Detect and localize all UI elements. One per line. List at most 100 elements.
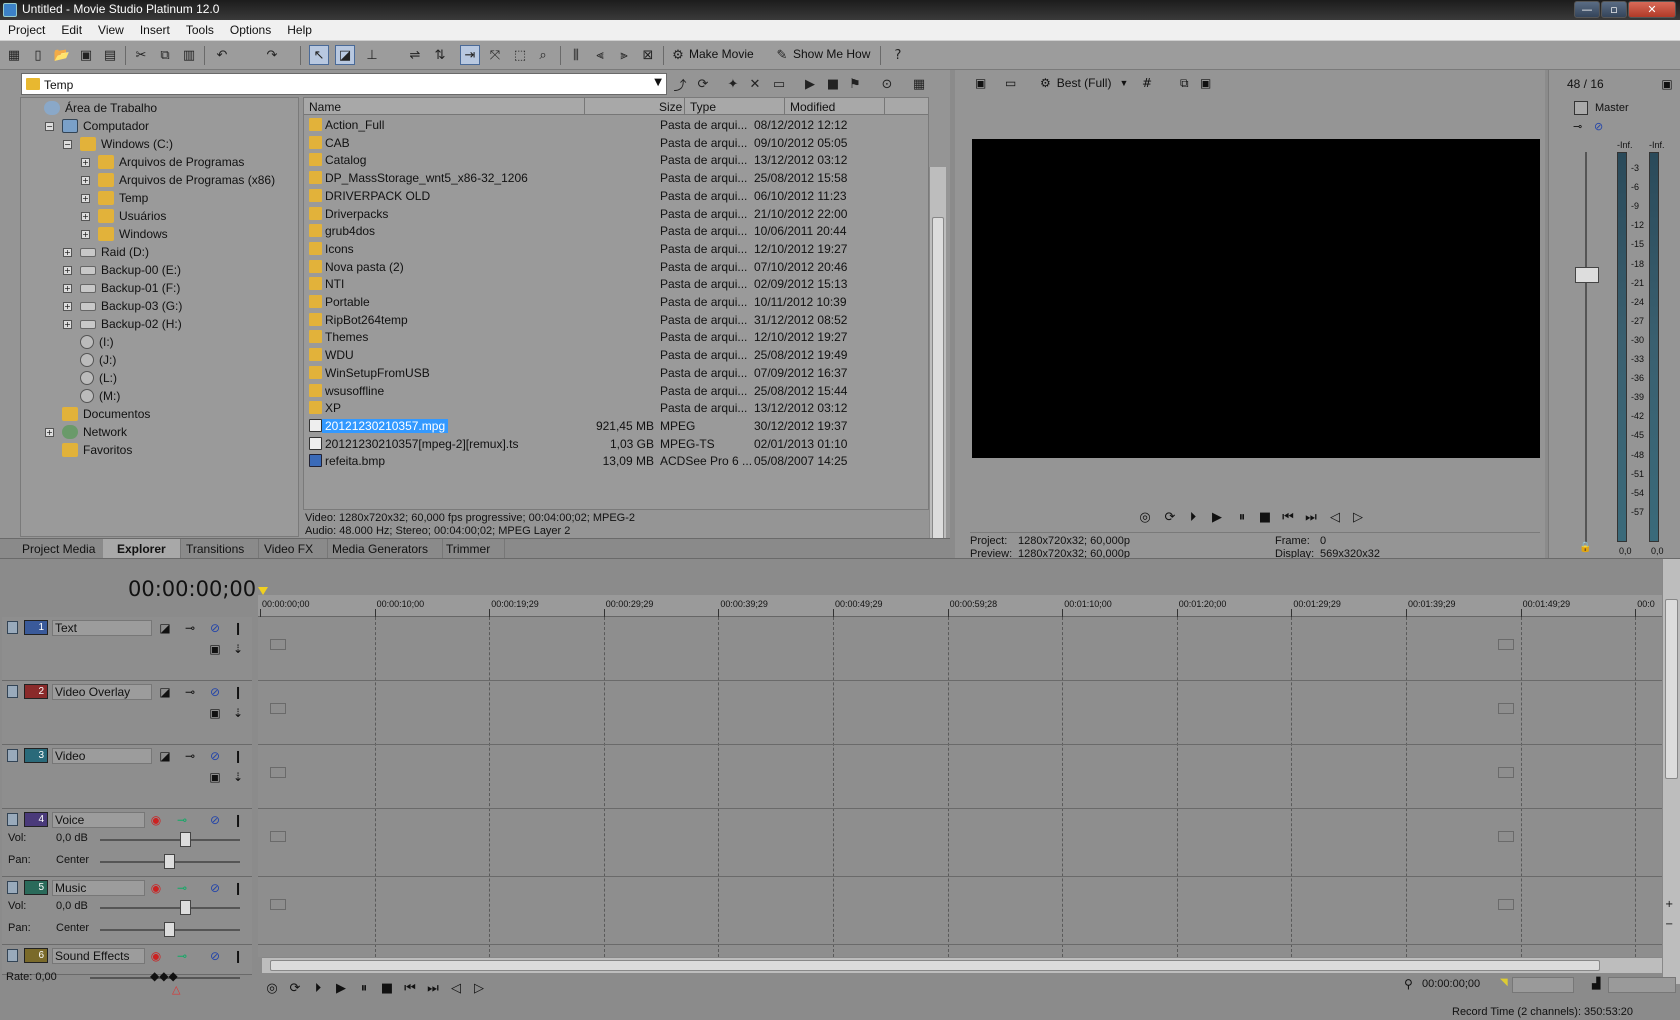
timeline-vertical-scrollbar[interactable]: + − [1662, 559, 1680, 984]
menu-tools[interactable]: Tools [178, 23, 222, 37]
views-icon[interactable]: ▦ [909, 74, 929, 94]
redo-icon[interactable]: ↷ [262, 45, 282, 65]
solo-icon[interactable]: ❙ [230, 620, 246, 636]
maximize-button[interactable]: ▫ [1601, 1, 1627, 18]
volume-slider[interactable] [100, 907, 240, 909]
track-motion-icon[interactable]: ▣ [207, 705, 223, 721]
menu-project[interactable]: Project [0, 23, 53, 37]
loop-length-field[interactable] [1608, 977, 1676, 993]
cursor-marker-icon[interactable] [258, 587, 268, 595]
file-row[interactable]: refeita.bmp 13,09 MB ACDSee Pro 6 ... 05/08… [304, 452, 914, 471]
tab-trimmer[interactable]: Trimmer [432, 539, 506, 559]
record-icon[interactable]: ◎ [262, 978, 282, 998]
master-fader-knob[interactable] [1575, 267, 1599, 283]
file-row[interactable]: Themes Pasta de arqui... 12/10/2012 19:27 [304, 328, 914, 347]
menu-options[interactable]: Options [222, 23, 279, 37]
tree-item[interactable]: Área de Trabalho [27, 99, 157, 117]
project-properties-icon[interactable]: ▦ [4, 45, 24, 65]
timeline-horizontal-scrollbar[interactable] [262, 957, 1662, 973]
envelope-tool-icon[interactable]: ◪ [335, 45, 355, 65]
pan-knob[interactable] [164, 922, 175, 937]
parent-child-icon[interactable]: ⇣ [230, 705, 246, 721]
file-row[interactable]: 20121230210357.mpg 921,45 MB MPEG 30/12/201… [304, 417, 914, 436]
tree-item[interactable]: Documentos [45, 405, 150, 423]
parent-child-icon[interactable]: ⇣ [230, 641, 246, 657]
render-icon[interactable]: ▤ [100, 45, 120, 65]
new-folder-icon[interactable]: ✦ [723, 74, 743, 94]
enable-snapping-icon[interactable]: ⇥ [460, 45, 480, 65]
file-row[interactable]: wsusoffline Pasta de arqui... 25/08/2012 1… [304, 382, 914, 401]
file-row[interactable]: Action_Full Pasta de arqui... 08/12/2012 1… [304, 116, 914, 135]
tab-video-fx[interactable]: Video FX [250, 539, 329, 559]
stop-preview-icon[interactable]: ■ [823, 74, 843, 94]
save-snapshot-icon[interactable]: ▣ [1200, 73, 1211, 93]
preview-quality-dropdown[interactable]: ⚙ Best (Full) ▼ [1040, 73, 1128, 93]
mixer-properties-icon[interactable]: ▣ [1657, 74, 1677, 94]
next-frame-icon[interactable]: ▷ [469, 978, 489, 998]
tree-item[interactable]: (M:) [63, 387, 120, 405]
snap-icon[interactable]: ⊥ [362, 45, 382, 65]
scrollbar-thumb[interactable] [1665, 599, 1678, 779]
chevron-down-icon[interactable]: ▼ [654, 77, 662, 88]
mute-icon[interactable]: ⊘ [207, 948, 223, 964]
address-bar[interactable]: Temp ▼ [21, 73, 667, 95]
tree-item[interactable]: + Temp [81, 189, 148, 207]
track-fx-icon[interactable]: ⊸ [182, 620, 198, 636]
make-movie-icon[interactable]: ⚙ [668, 45, 688, 65]
solo-icon[interactable]: ❙ [230, 812, 246, 828]
loop-icon[interactable]: ⟳ [285, 978, 305, 998]
menu-insert[interactable]: Insert [132, 23, 178, 37]
file-row[interactable]: DP_MassStorage_wnt5_x86-32_1206 Pasta de … [304, 169, 914, 188]
menu-help[interactable]: Help [279, 23, 320, 37]
tree-item[interactable]: − Windows (C:) [63, 135, 173, 153]
copy-snapshot-icon[interactable]: ⧉ [1180, 73, 1189, 93]
expand-icon[interactable]: + [81, 175, 90, 185]
lock-icon[interactable]: 🔒 [1579, 542, 1591, 553]
tree-item[interactable]: (I:) [63, 333, 114, 351]
volume-knob[interactable] [180, 900, 191, 915]
zoom-in-icon[interactable]: + [1665, 899, 1673, 910]
tree-item[interactable]: + Backup-01 (F:) [63, 279, 180, 297]
previous-frame-icon[interactable]: ◁ [1325, 507, 1345, 527]
overlays-icon[interactable]: # [1142, 73, 1152, 93]
expand-icon[interactable]: + [81, 157, 90, 167]
track-minimize-icon[interactable] [7, 685, 18, 698]
file-row[interactable]: DRIVERPACK OLD Pasta de arqui... 06/10/201… [304, 187, 914, 206]
track-motion-icon[interactable]: ▣ [207, 641, 223, 657]
play-from-start-icon[interactable]: ⏵ [1183, 507, 1203, 527]
file-row[interactable]: Icons Pasta de arqui... 12/10/2012 19:27 [304, 240, 914, 259]
file-row[interactable]: RipBot264temp Pasta de arqui... 31/12/2012… [304, 311, 914, 330]
track-fx-icon[interactable]: ⊸ [182, 684, 198, 700]
mute-icon[interactable]: ⊘ [1594, 120, 1603, 133]
track-area[interactable] [258, 617, 1663, 957]
column-size[interactable]: Size [659, 100, 682, 114]
column-type[interactable]: Type [690, 100, 716, 114]
auto-ripple-icon[interactable]: ⇌ [405, 45, 425, 65]
tree-item[interactable]: + Usuários [81, 207, 166, 225]
zoom-out-icon[interactable]: − [1665, 919, 1673, 930]
volume-slider[interactable] [100, 839, 240, 841]
pause-icon[interactable]: ⏸ [1232, 507, 1252, 527]
trim-end-icon[interactable]: ⫸ [614, 45, 634, 65]
selection-length-field[interactable] [1512, 977, 1574, 993]
tree-item[interactable]: + Arquivos de Programas (x86) [81, 171, 275, 189]
trim-start-icon[interactable]: ⫷ [590, 45, 610, 65]
file-row[interactable]: Nova pasta (2) Pasta de arqui... 07/10/201… [304, 258, 914, 277]
file-row[interactable]: NTI Pasta de arqui... 02/09/2012 15:13 [304, 275, 914, 294]
compositing-mode-icon[interactable]: ◪ [157, 684, 173, 700]
solo-icon[interactable]: ❙ [230, 684, 246, 700]
expand-icon[interactable]: + [63, 265, 72, 275]
tree-item[interactable]: Favoritos [45, 441, 132, 459]
tree-item[interactable]: + Network [45, 423, 127, 441]
copy-icon[interactable]: ⧉ [155, 45, 175, 65]
track-fx-icon[interactable]: ⊸ [182, 748, 198, 764]
show-me-how-icon[interactable]: ✎ [772, 45, 792, 65]
track-name[interactable]: Video Overlay [52, 684, 152, 700]
file-row[interactable]: CAB Pasta de arqui... 09/10/2012 05:05 [304, 134, 914, 153]
edit-tool-icon[interactable]: ⤧ [485, 45, 505, 65]
track-fx-icon[interactable]: ⊸ [174, 948, 190, 964]
menu-edit[interactable]: Edit [53, 23, 90, 37]
show-me-how-button[interactable]: Show Me How [793, 47, 870, 61]
make-movie-button[interactable]: Make Movie [689, 47, 754, 61]
tab-media-generators[interactable]: Media Generators [318, 539, 444, 559]
